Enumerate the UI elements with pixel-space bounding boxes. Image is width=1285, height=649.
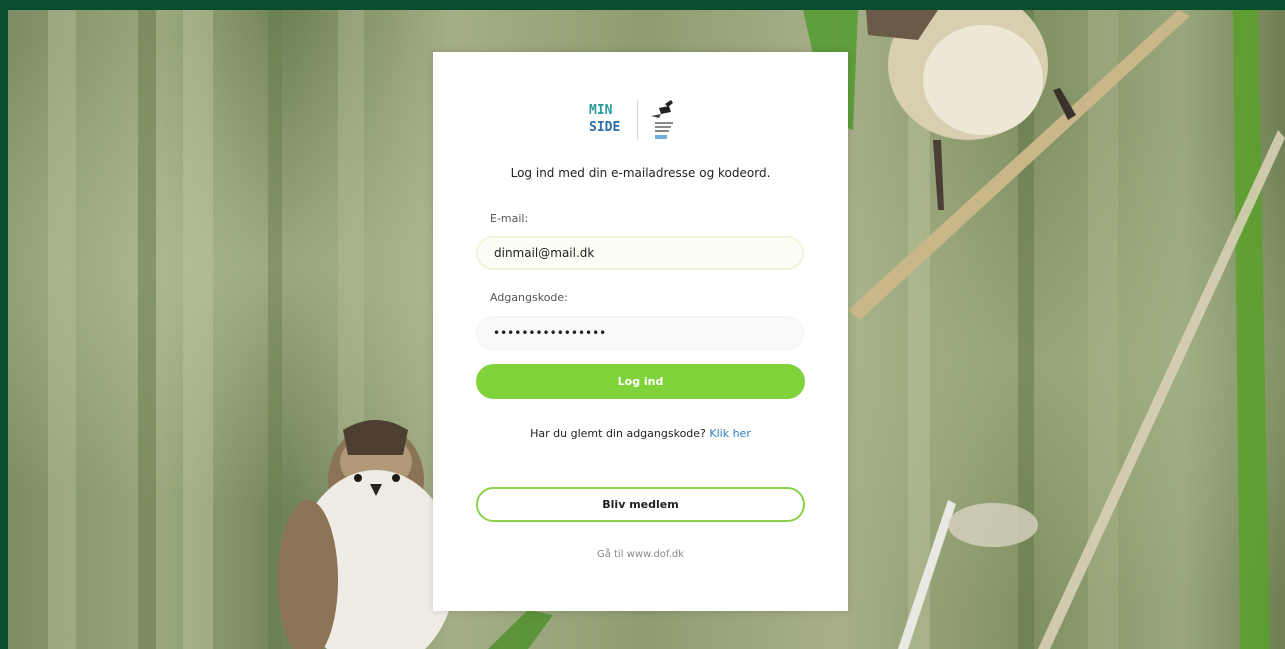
become-member-button[interactable]: Bliv medlem [476, 487, 805, 522]
email-label: E-mail: [490, 212, 529, 225]
login-card: MIN SIDE Log ind med din e-mailadresse o… [433, 52, 848, 611]
forgot-password-text: Har du glemt din adgangskode? [530, 427, 706, 440]
login-instructions: Log ind med din e-mailadresse og kodeord… [510, 166, 771, 180]
logo-wordmark: MIN SIDE [589, 102, 620, 136]
email-input[interactable] [476, 236, 804, 270]
bird-logo-icon [651, 100, 673, 139]
logo-divider [637, 100, 638, 140]
logo-line-2: SIDE [589, 120, 621, 135]
login-button[interactable]: Log ind [476, 364, 805, 399]
forgot-password-link[interactable]: Klik her [709, 427, 750, 440]
min-side-logo: MIN SIDE [589, 98, 689, 144]
forgot-password-row: Har du glemt din adgangskode? Klik her [433, 427, 848, 440]
password-label: Adgangskode: [490, 291, 568, 304]
goto-dof-link[interactable]: Gå til www.dof.dk [433, 549, 848, 560]
logo-line-1: MIN [589, 103, 613, 118]
page-frame: MIN SIDE Log ind med din e-mailadresse o… [0, 0, 1285, 649]
password-input[interactable] [476, 316, 804, 350]
